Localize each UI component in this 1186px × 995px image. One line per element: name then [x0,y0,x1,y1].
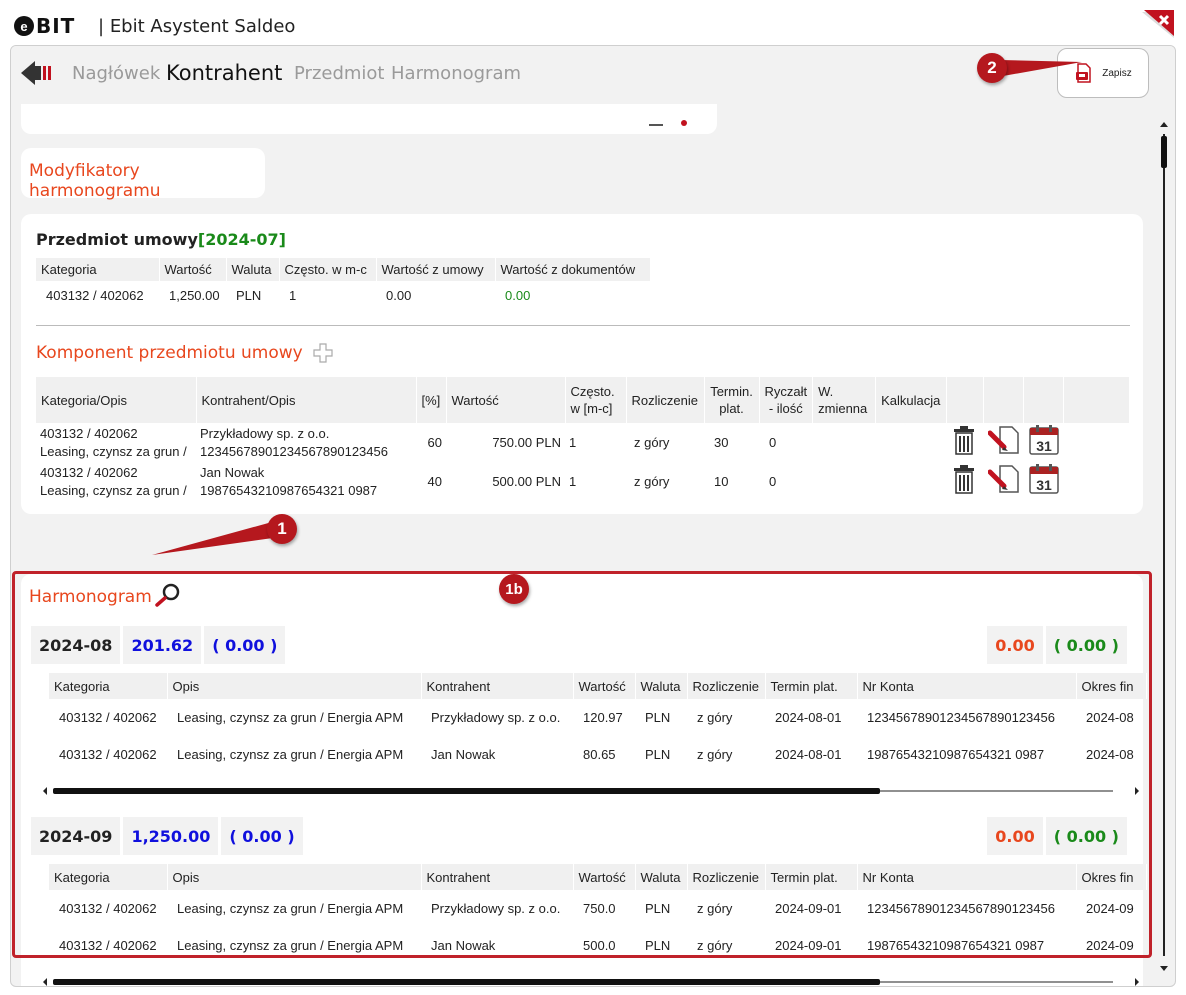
annotation-badge-2: 2 [977,53,1007,83]
annotation-badge-1: 1 [267,514,297,544]
highlight-frame [12,571,1152,958]
